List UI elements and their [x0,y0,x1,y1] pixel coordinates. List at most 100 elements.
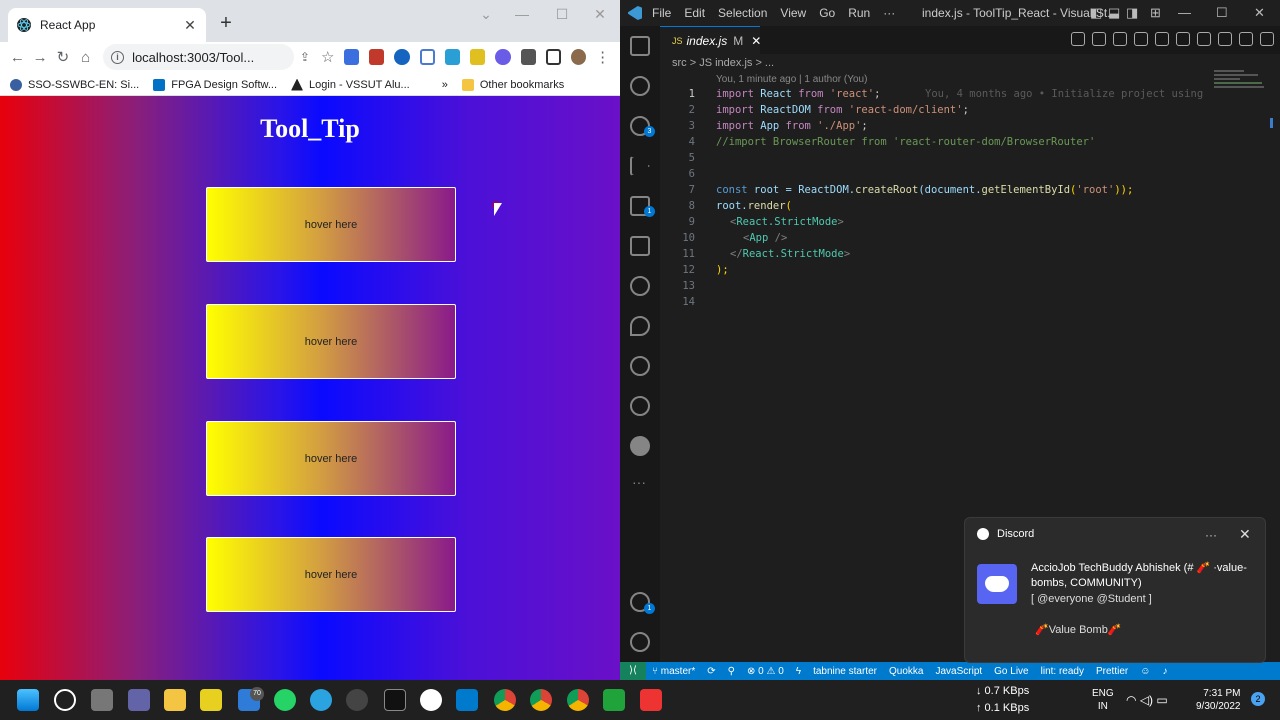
language-mode[interactable]: JavaScript [935,666,982,677]
extension-red-icon[interactable] [369,49,385,65]
start-windows-icon[interactable] [17,689,39,711]
mongodb-compass-icon[interactable] [420,689,442,711]
task-view-icon[interactable] [91,689,113,711]
lightning-icon[interactable]: ϟ [796,666,801,677]
bookmark-item[interactable]: Login - VSSUT Alu... [291,78,410,91]
new-tab-button[interactable]: + [216,13,236,34]
tooltip-box[interactable]: hover here [206,187,456,262]
feedback-icon[interactable]: ☺ [1140,666,1150,677]
reload-icon[interactable]: ↻ [52,45,75,69]
spreadsheet-icon[interactable] [603,689,625,711]
tab-index-js[interactable]: JS index.js M ✕ [660,26,761,54]
volume-icon[interactable]: ◁) [1140,693,1153,707]
menu-go[interactable]: Go [819,6,835,20]
maximize-icon[interactable]: ☐ [552,6,572,23]
revert-icon[interactable] [1218,32,1232,46]
gitlens-status-icon[interactable]: ⚲ [728,666,735,677]
more-actions-icon[interactable] [1260,32,1274,46]
breadcrumb[interactable]: src > JS index.js > ... [672,57,774,69]
battery-icon[interactable]: ▭ [1156,693,1167,707]
extension-yellow-icon[interactable] [470,49,486,65]
close-window-icon[interactable]: ✕ [590,6,610,23]
search-icon[interactable] [54,689,76,711]
tooltip-box[interactable]: hover here [206,537,456,612]
bookmark-item[interactable]: SSO-SSWBC-EN: Si... [10,78,139,91]
more-views-icon[interactable]: ··· [632,474,646,490]
next-change-icon[interactable] [1134,32,1148,46]
github-icon[interactable] [630,356,650,376]
site-info-icon[interactable]: i [111,50,125,64]
chrome-profile2-icon[interactable] [530,689,552,711]
close-window-icon[interactable]: ✕ [1254,5,1265,21]
file-explorer-icon[interactable] [164,689,186,711]
extension-currency-icon[interactable] [394,49,410,65]
more-bookmarks-icon[interactable]: » [442,79,448,91]
menu-selection[interactable]: Selection [718,6,767,20]
gitlens-action-icon[interactable] [1155,32,1169,46]
close-tab-icon[interactable]: ✕ [182,17,198,34]
toast-more-icon[interactable]: ··· [1205,528,1217,542]
tabnine-status[interactable]: tabnine starter [813,666,877,677]
close-tab-icon[interactable]: ✕ [751,34,761,48]
home-icon[interactable]: ⌂ [74,45,97,69]
compare-icon[interactable] [1071,32,1085,46]
prev-change-icon[interactable] [1113,32,1127,46]
chrome-profile1-icon[interactable] [494,689,516,711]
codelens-blame[interactable]: You, 1 minute ago | 1 author (You) [716,74,867,85]
forward-icon[interactable]: → [29,45,52,69]
bookmark-star-icon[interactable]: ☆ [316,45,339,69]
clock[interactable]: 7:31 PM 9/30/2022 [1196,687,1241,713]
address-bar[interactable]: i localhost:3003/Tool... [103,44,294,70]
other-bookmarks[interactable]: Other bookmarks [461,78,564,91]
terminal-icon[interactable] [384,689,406,711]
discord-notification[interactable]: Discord ··· ✕ AccioJob TechBuddy Abhishe… [964,517,1266,663]
branch-icon[interactable]: ⑂ master* [652,666,695,677]
menu-edit[interactable]: Edit [684,6,705,20]
minimize-icon[interactable]: — [1178,5,1191,20]
menu-view[interactable]: View [780,6,806,20]
json-icon[interactable] [630,436,650,456]
extension-window-icon[interactable] [419,49,435,65]
quokka-status[interactable]: Quokka [889,666,923,677]
remote-icon[interactable]: ⟩⟨ [620,662,646,680]
toast-close-icon[interactable]: ✕ [1239,526,1251,543]
gitlens-icon[interactable] [630,276,650,296]
vscode-taskbar-icon[interactable] [456,689,478,711]
layout-secondary-icon[interactable]: ◨ [1126,5,1138,21]
layout-sidebar-icon[interactable]: ◧ [1090,5,1102,21]
notification-count[interactable]: 2 [1251,692,1265,706]
vpn-icon[interactable] [346,689,368,711]
settings-gear-icon[interactable] [630,632,650,652]
recorder-icon[interactable] [640,689,662,711]
chrome-icon[interactable] [567,689,589,711]
menu-more[interactable]: ··· [883,6,895,20]
wifi-icon[interactable]: ◠ [1126,693,1136,707]
problems-indicator[interactable]: ⊗ 0 ⚠ 0 [747,666,784,677]
extension-translate-icon[interactable] [344,49,360,65]
language-indicator[interactable]: ENG IN [1092,687,1114,713]
open-changes-icon[interactable] [1176,32,1190,46]
share-icon[interactable]: ⇪ [294,45,317,69]
search-icon[interactable] [630,76,650,96]
whatsapp-icon[interactable] [274,689,296,711]
run-debug-icon[interactable] [630,156,650,176]
teams-icon[interactable] [128,689,150,711]
scrollbar[interactable] [1270,118,1273,128]
minimize-icon[interactable]: — [512,6,532,22]
minimap[interactable] [1214,70,1266,100]
notifications-bell-icon[interactable]: ♪ [1162,666,1167,677]
refresh-icon[interactable] [1239,32,1253,46]
tooltip-box[interactable]: hover here [206,421,456,496]
telegram-icon[interactable] [310,689,332,711]
bookmark-item[interactable]: FPGA Design Softw... [153,78,277,91]
mongodb-icon[interactable] [630,316,650,336]
prettier-status[interactable]: Prettier [1096,666,1128,677]
extension-calculator-icon[interactable] [445,49,461,65]
tooltip-box[interactable]: hover here [206,304,456,379]
profile-avatar[interactable] [571,49,587,65]
menu-run[interactable]: Run [848,6,870,20]
maximize-icon[interactable]: ☐ [1216,5,1228,21]
thunder-client-icon[interactable] [630,396,650,416]
customize-layout-icon[interactable]: ⊞ [1150,5,1161,21]
extensions-puzzle-icon[interactable] [520,49,536,65]
